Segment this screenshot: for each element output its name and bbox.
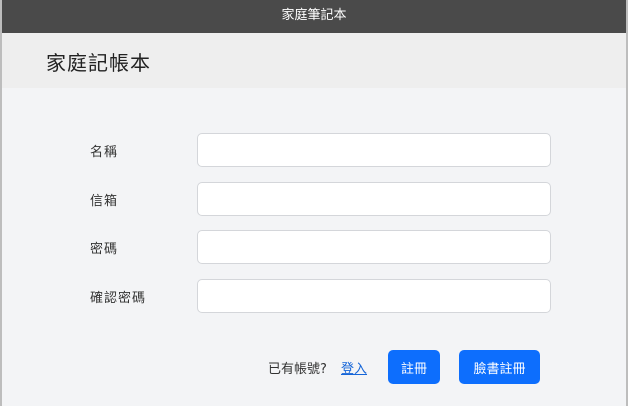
password-label: 密碼: [90, 242, 119, 257]
facebook-register-button[interactable]: 臉書註冊: [459, 350, 540, 384]
confirm-password-input[interactable]: [197, 279, 551, 313]
app-window: 家庭筆記本 家庭記帳本 名稱 信箱 密碼 確認密碼 已有帳號? 登入 註冊 臉書…: [0, 0, 628, 406]
window-title: 家庭筆記本: [281, 8, 347, 23]
register-form: 名稱 信箱 密碼 確認密碼 已有帳號? 登入 註冊 臉書註冊: [2, 88, 626, 406]
window-titlebar: 家庭筆記本: [2, 0, 626, 33]
app-header: 家庭記帳本: [2, 33, 626, 88]
email-row: 信箱: [2, 182, 626, 216]
register-button[interactable]: 註冊: [388, 350, 440, 384]
confirm-password-row: 確認密碼: [2, 279, 626, 313]
password-row: 密碼: [2, 230, 626, 264]
form-actions: 已有帳號? 登入 註冊 臉書註冊: [2, 350, 626, 384]
login-link[interactable]: 登入: [341, 358, 367, 377]
email-label: 信箱: [90, 194, 119, 209]
name-label: 名稱: [90, 145, 119, 160]
name-input[interactable]: [197, 133, 551, 167]
has-account-prompt: 已有帳號?: [268, 362, 327, 377]
name-row: 名稱: [2, 133, 626, 167]
confirm-password-label: 確認密碼: [90, 291, 147, 306]
password-input[interactable]: [197, 230, 551, 264]
page-title: 家庭記帳本: [46, 51, 151, 75]
email-input[interactable]: [197, 182, 551, 216]
